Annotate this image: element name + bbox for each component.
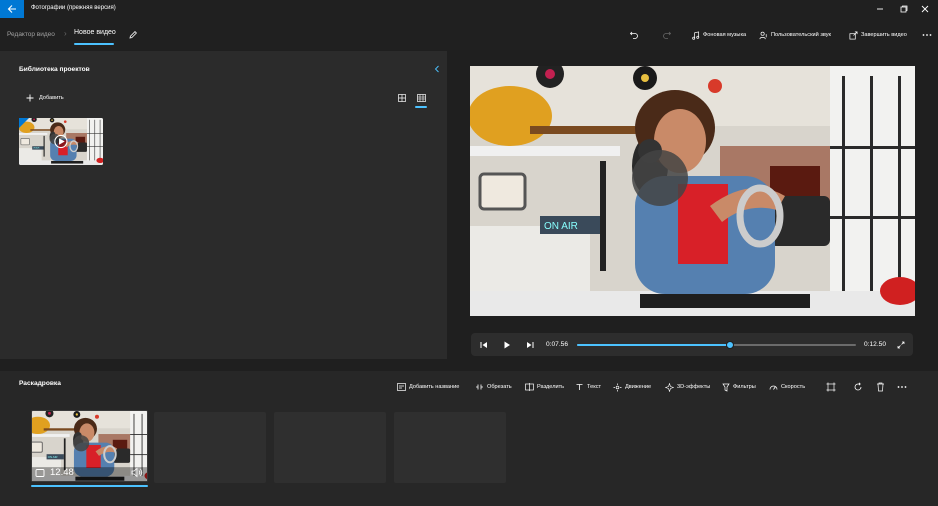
motion-label: Движение	[625, 384, 652, 390]
collapse-library-button[interactable]	[431, 63, 443, 75]
redo-button[interactable]	[658, 25, 676, 45]
play-icon	[504, 341, 510, 349]
filters-button[interactable]: Фильтры	[722, 380, 756, 394]
thumbnail-grid-icon	[416, 94, 426, 102]
app-title: Фотографии (прежняя версия)	[31, 5, 116, 11]
add-media-button[interactable]: Добавить	[26, 93, 64, 103]
custom-audio-label: Пользовательский звук	[771, 32, 832, 38]
grid-icon	[398, 94, 406, 102]
library-clip-thumbnail[interactable]	[19, 118, 103, 165]
total-time: 0:12.50	[864, 341, 886, 348]
3d-effects-label: 3D-эффекты	[677, 384, 711, 390]
back-button[interactable]	[0, 0, 24, 18]
filters-label: Фильтры	[733, 384, 756, 390]
rename-button[interactable]	[124, 25, 142, 45]
title-card-icon	[397, 383, 406, 391]
add-title-button[interactable]: Добавить название	[397, 380, 459, 394]
video-preview[interactable]	[470, 66, 915, 316]
project-library-panel	[0, 51, 447, 359]
preview-frame-image	[470, 66, 915, 316]
person-audio-icon	[759, 31, 767, 39]
storyboard-more-button[interactable]	[895, 379, 909, 395]
breadcrumb-current[interactable]: Новое видео	[74, 29, 116, 36]
breadcrumb-root[interactable]: Редактор видео	[7, 31, 55, 38]
finish-video-button[interactable]: Завершить видео	[849, 25, 907, 45]
delete-button[interactable]	[873, 379, 887, 395]
motion-icon	[613, 383, 622, 391]
trim-icon	[476, 384, 483, 390]
expand-icon	[897, 341, 905, 349]
undo-icon	[629, 31, 638, 39]
fullscreen-button[interactable]	[895, 339, 907, 351]
more-icon	[922, 34, 932, 36]
crop-button[interactable]	[824, 379, 838, 395]
breadcrumb-underline	[74, 43, 114, 45]
previous-frame-button[interactable]	[478, 339, 490, 351]
undo-button[interactable]	[625, 25, 643, 45]
clip-used-badge	[19, 118, 29, 128]
empty-storyboard-slot[interactable]	[154, 412, 266, 483]
background-music-button[interactable]: Фоновая музыка	[691, 25, 746, 45]
redo-icon	[663, 31, 672, 39]
background-music-label: Фоновая музыка	[703, 32, 747, 38]
filter-icon	[722, 383, 730, 392]
split-label: Разделить	[537, 384, 565, 390]
empty-storyboard-slot[interactable]	[274, 412, 386, 483]
3d-effects-button[interactable]: 3D-эффекты	[665, 380, 710, 394]
custom-audio-button[interactable]: Пользовательский звук	[759, 25, 831, 45]
current-time: 0:07.56	[546, 341, 568, 348]
storyboard-title: Раскадровка	[19, 380, 61, 387]
grid-view-button[interactable]	[396, 92, 408, 104]
clip-type-icon	[35, 468, 45, 478]
speed-label: Скорость	[781, 384, 806, 390]
empty-storyboard-slot[interactable]	[394, 412, 506, 483]
trim-label: Обрезать	[487, 384, 512, 390]
corner-check-icon	[19, 118, 29, 128]
list-view-button[interactable]	[414, 92, 428, 104]
close-icon	[921, 5, 929, 13]
music-note-icon	[692, 30, 700, 40]
pencil-icon	[129, 31, 137, 39]
list-view-active-indicator	[415, 106, 427, 108]
title-bar	[0, 0, 938, 18]
play-button[interactable]	[501, 339, 513, 351]
sparkle-icon	[665, 382, 674, 392]
more-options-button[interactable]	[918, 25, 936, 45]
text-button[interactable]: Текст	[575, 380, 601, 394]
breadcrumb-separator-icon: ›	[64, 29, 67, 38]
trash-icon	[876, 382, 884, 392]
motion-button[interactable]: Движение	[613, 380, 651, 394]
chevron-left-icon	[434, 65, 439, 73]
next-frame-button[interactable]	[524, 339, 536, 351]
clip-thumbnail-image	[19, 118, 103, 165]
speed-button[interactable]: Скорость	[769, 380, 805, 394]
export-icon	[849, 31, 858, 39]
plus-icon	[26, 94, 34, 102]
restore-icon	[900, 5, 908, 13]
library-title: Библиотека проектов	[19, 66, 90, 73]
close-button[interactable]	[912, 0, 938, 18]
rotate-button[interactable]	[851, 379, 865, 395]
split-button[interactable]: Разделить	[525, 380, 564, 394]
minimize-icon	[877, 8, 883, 10]
trim-button[interactable]: Обрезать	[475, 380, 512, 394]
add-media-label: Добавить	[39, 95, 64, 101]
storyboard-clip-selected-indicator	[31, 485, 148, 487]
finish-video-label: Завершить видео	[861, 32, 907, 38]
text-label: Текст	[587, 384, 602, 390]
clip-volume-button[interactable]	[131, 467, 143, 478]
crop-icon	[826, 382, 836, 392]
text-icon	[576, 384, 583, 390]
add-title-label: Добавить название	[409, 384, 460, 390]
skip-back-icon	[480, 342, 487, 348]
seek-progress	[577, 344, 731, 346]
more-icon	[897, 386, 907, 388]
speedometer-icon	[769, 385, 778, 390]
rotate-icon	[854, 382, 862, 391]
split-icon	[525, 383, 534, 391]
clip-duration: 12.48	[50, 467, 74, 478]
back-arrow-icon	[7, 5, 16, 13]
skip-forward-icon	[527, 342, 534, 348]
volume-icon	[131, 467, 143, 478]
